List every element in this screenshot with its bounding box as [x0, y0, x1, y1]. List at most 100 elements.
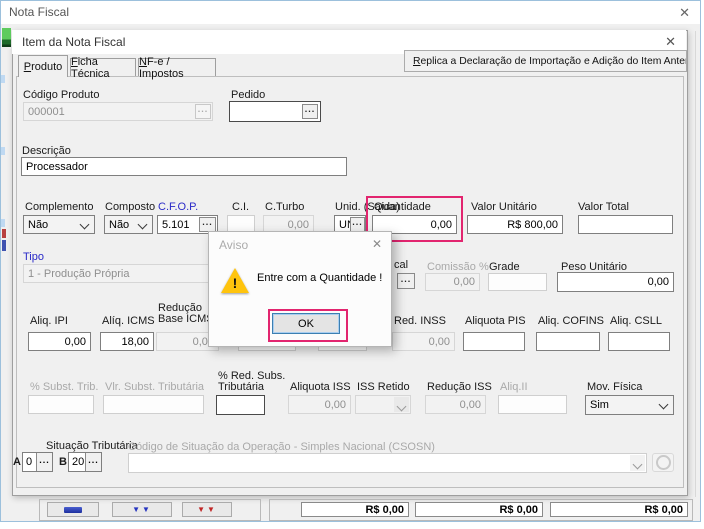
- csosn-extra-button[interactable]: [652, 453, 674, 472]
- close-icon[interactable]: ✕: [665, 34, 676, 50]
- codigo-produto-input[interactable]: 000001: [23, 102, 213, 121]
- chevron-down-icon: [397, 402, 407, 412]
- grade-input[interactable]: [488, 273, 547, 291]
- peso-unitario-input[interactable]: 0,00: [557, 272, 674, 292]
- total-field: R$ 0,00: [415, 502, 543, 517]
- aviso-message: Entre com a Quantidade !: [257, 272, 382, 284]
- csosn-label: Código de Situação da Operação - Simples…: [128, 441, 435, 453]
- grid-fragment: [1, 147, 5, 155]
- window-title: Nota Fiscal: [9, 5, 69, 19]
- aliq-ipi-input[interactable]: 0,00: [28, 332, 91, 351]
- pct-subst-trib-input[interactable]: [28, 395, 94, 414]
- mov-fisica-select[interactable]: Sim: [585, 395, 674, 415]
- aliq-cofins-label: Aliq. COFINS: [538, 315, 604, 327]
- descricao-label: Descrição: [22, 145, 71, 157]
- vlr-subst-trib-label: Vlr. Subst. Tributária: [105, 381, 204, 393]
- grid-fragment: [1, 75, 5, 83]
- situacao-a-lookup-button[interactable]: ...: [36, 453, 52, 471]
- tab-label: Produto: [24, 61, 63, 73]
- codigo-produto-label: Código Produto: [23, 89, 99, 101]
- tab-nfe-impostos[interactable]: NF-e / Impostos: [138, 58, 216, 76]
- situacao-a-input[interactable]: 0 ...: [22, 452, 53, 472]
- replica-button-label: Replica a Declaração de Importação e Adi…: [413, 56, 687, 67]
- warning-icon: !: [221, 268, 249, 294]
- ci-label: C.I.: [232, 201, 249, 213]
- reducao-iss-input[interactable]: 0,00: [425, 395, 486, 414]
- valor-unitario-label: Valor Unitário: [471, 201, 537, 213]
- grid-fragment: [2, 240, 6, 251]
- item-window-title: Item da Nota Fiscal: [22, 35, 125, 49]
- situacao-a-value: 0: [26, 456, 32, 468]
- tipo-label: Tipo: [23, 251, 44, 263]
- csosn-select[interactable]: [128, 453, 647, 473]
- tipo-select[interactable]: 1 - Produção Própria: [23, 264, 210, 283]
- aliquota-iss-input[interactable]: 0,00: [288, 395, 351, 414]
- aliq-ii-input[interactable]: [498, 395, 567, 414]
- descricao-input[interactable]: Processador: [21, 157, 347, 176]
- ok-button[interactable]: OK: [272, 313, 340, 334]
- aliq-csll-input[interactable]: [608, 332, 670, 351]
- warning-exclamation: !: [221, 275, 249, 291]
- red-inss-label: Red. INSS: [394, 315, 446, 327]
- situacao-b-lookup-button[interactable]: ...: [85, 453, 101, 471]
- tab-label: Ficha Técnica: [71, 56, 135, 80]
- aliq-cofins-input[interactable]: [536, 332, 600, 351]
- bottom-button-save[interactable]: [47, 502, 99, 517]
- composto-select[interactable]: Não: [104, 215, 153, 234]
- iss-retido-label: ISS Retido: [357, 381, 410, 393]
- circle-icon: [656, 455, 671, 470]
- composto-label: Composto: [105, 201, 155, 213]
- pct-red-subs-trib-input[interactable]: [216, 395, 265, 415]
- grid-fragment: [2, 229, 6, 238]
- quantidade-label: Quantidade: [374, 201, 431, 213]
- pedido-label: Pedido: [231, 89, 265, 101]
- situacao-tributaria-label: Situação Tributária: [46, 440, 138, 452]
- replica-declaracao-button[interactable]: Replica a Declaração de Importação e Adi…: [404, 50, 687, 72]
- close-icon[interactable]: ✕: [679, 5, 690, 21]
- tab-label: NF-e / Impostos: [139, 56, 215, 80]
- reducao-iss-label: Redução ISS: [427, 381, 492, 393]
- chevron-box: [630, 455, 645, 471]
- mov-fisica-value: Sim: [590, 399, 669, 411]
- comissao-label: Comissão %: [427, 261, 489, 273]
- bottom-button-move-down-red[interactable]: ▼▼: [182, 502, 232, 517]
- complemento-label: Complemento: [25, 201, 93, 213]
- cfop-lookup-button[interactable]: ...: [199, 217, 216, 232]
- complemento-select[interactable]: Não: [23, 215, 95, 234]
- aliq-icms-input[interactable]: 18,00: [100, 332, 154, 351]
- double-down-arrow-icon: ▼▼: [132, 506, 152, 514]
- valor-total-input[interactable]: [578, 215, 673, 234]
- close-icon[interactable]: ✕: [372, 237, 382, 251]
- bottom-button-move-down-blue[interactable]: ▼▼: [112, 502, 172, 517]
- aliq-csll-label: Aliq. CSLL: [610, 315, 662, 327]
- reducao-base-icms-label: Redução Base ICMS: [158, 303, 214, 325]
- vlr-subst-trib-input[interactable]: [103, 395, 204, 414]
- valor-total-label: Valor Total: [578, 201, 629, 213]
- tab-ficha-tecnica[interactable]: Ficha Técnica: [70, 58, 136, 76]
- situacao-b-input[interactable]: 20 ...: [68, 452, 102, 472]
- situacao-b-label: B: [59, 456, 67, 468]
- cfop-label: C.F.O.P.: [158, 201, 198, 213]
- classificacao-fiscal-lookup-button[interactable]: ...: [397, 273, 415, 289]
- aviso-dialog-title: Aviso: [219, 238, 248, 252]
- toolbar-image-icon: [2, 28, 11, 49]
- aliquota-pis-input[interactable]: [463, 332, 525, 351]
- mov-fisica-label: Mov. Física: [587, 381, 642, 393]
- aliquota-iss-label: Aliquota ISS: [290, 381, 351, 393]
- tab-produto[interactable]: Produto: [18, 55, 68, 77]
- valor-unitario-input[interactable]: R$ 800,00: [467, 215, 563, 234]
- iss-retido-select[interactable]: [355, 395, 411, 414]
- screenshot-root: Nota Fiscal ✕ ▼▼ ▼▼ R$ 0,00 R$ 0,00 R$ 0…: [0, 0, 704, 529]
- codigo-produto-lookup-button[interactable]: ...: [195, 104, 211, 119]
- blue-bar-icon: [64, 507, 82, 513]
- pedido-lookup-button[interactable]: ...: [302, 104, 318, 119]
- comissao-input[interactable]: 0,00: [425, 273, 480, 291]
- unid-saida-lookup-button[interactable]: ...: [350, 217, 365, 232]
- aliquota-pis-label: Aliquota PIS: [465, 315, 526, 327]
- pct-red-subs-trib-label: % Red. Subs. Tributária: [218, 371, 285, 393]
- total-field: R$ 0,00: [550, 502, 688, 517]
- nota-fiscal-titlebar[interactable]: Nota Fiscal ✕: [1, 1, 700, 24]
- chevron-down-icon: [633, 460, 643, 470]
- situacao-a-label: A: [13, 456, 21, 468]
- red-inss-input[interactable]: 0,00: [392, 332, 455, 351]
